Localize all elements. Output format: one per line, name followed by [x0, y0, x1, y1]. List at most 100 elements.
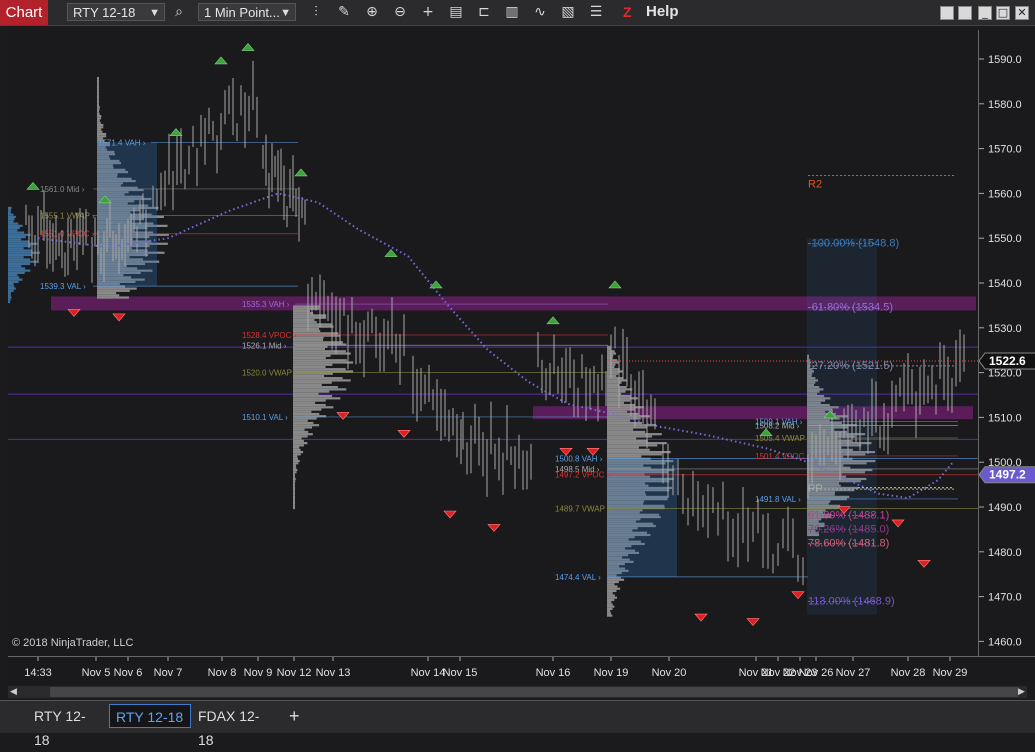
- profile-bar: [293, 356, 326, 360]
- profile-bar: [97, 103, 99, 106]
- profile-bar: [8, 235, 26, 239]
- profile-bar: [607, 453, 662, 456]
- profile-level-label: 1539.3 VAL ›: [40, 282, 86, 291]
- profile-bar: [293, 439, 304, 442]
- crosshair-icon[interactable]: +: [418, 3, 438, 22]
- swing-low-marker: [112, 313, 126, 322]
- profile-bar: [293, 493, 295, 496]
- profile-bar: [8, 278, 23, 281]
- add-tab-button[interactable]: +: [283, 704, 305, 728]
- profile-bar: [607, 448, 650, 451]
- profile-bar: [293, 417, 317, 420]
- time-axis[interactable]: 14:33 Nov 5 Nov 6 Nov 7 Nov 8 Nov 9 Nov 12 Nov …: [8, 656, 1035, 685]
- indicators-icon[interactable]: ∿: [530, 3, 550, 22]
- profile-bar: [293, 397, 341, 400]
- profile-bar: [607, 435, 653, 438]
- fib-level-label: -61.80% (1534.5): [808, 302, 893, 314]
- profile-bar: [607, 356, 613, 360]
- templates-icon[interactable]: ⊏: [474, 3, 494, 22]
- z-logo-icon[interactable]: Z: [623, 4, 637, 20]
- profile-bar: [607, 424, 657, 427]
- search-icon[interactable]: ⌕: [169, 3, 189, 22]
- tab-rty-1[interactable]: RTY 12-18: [28, 704, 104, 748]
- price-tick-label: 1490.0: [988, 502, 1022, 514]
- scroll-left-icon[interactable]: ◀: [10, 687, 17, 697]
- object-list-icon[interactable]: ☰: [586, 3, 606, 22]
- swing-high-marker: [169, 128, 183, 136]
- scrollbar-thumb[interactable]: [50, 687, 1018, 697]
- profile-bar: [607, 446, 639, 449]
- price-tick-label: 1510.0: [988, 412, 1022, 424]
- tab-rty-2[interactable]: RTY 12-18: [109, 704, 191, 728]
- profile-bar: [293, 406, 334, 409]
- properties-icon[interactable]: ▤: [446, 3, 466, 22]
- chart-menu-button[interactable]: Chart: [0, 0, 48, 25]
- profile-bar: [8, 222, 19, 225]
- bar-type-icon[interactable]: ⫶: [306, 3, 326, 22]
- profile-bar: [293, 309, 311, 313]
- draw-pencil-icon[interactable]: ✎: [334, 3, 354, 22]
- tab-fdax[interactable]: FDAX 12-18: [192, 704, 278, 748]
- profile-bar: [607, 437, 637, 440]
- minimize-icon[interactable]: _: [978, 6, 992, 20]
- interval-value: 1 Min Point...: [204, 5, 280, 20]
- profile-bar: [293, 484, 295, 487]
- profile-bar: [293, 368, 346, 371]
- profile-bar: [293, 462, 299, 465]
- close-icon[interactable]: ✕: [1015, 6, 1029, 20]
- price-axis[interactable]: 1590.0 1580.0 1570.0 1560.0 1550.0 1540.0 1530…: [978, 30, 1035, 656]
- profile-bar: [293, 316, 327, 319]
- time-tick-label: Nov 14: [411, 667, 446, 679]
- restore-tile-icon[interactable]: [958, 6, 972, 20]
- profile-bar: [607, 601, 612, 604]
- zoom-out-icon[interactable]: ⊖: [390, 3, 410, 22]
- horizontal-scrollbar[interactable]: [8, 686, 1027, 698]
- profile-bar: [293, 403, 326, 407]
- profile-bar: [293, 341, 343, 344]
- scroll-right-icon[interactable]: ▶: [1018, 687, 1025, 697]
- help-menu[interactable]: Help: [646, 3, 679, 20]
- profile-bar: [607, 354, 614, 357]
- fib-level-label: -27.20% (1521.5): [808, 360, 893, 372]
- price-tick-label: 1590.0: [988, 54, 1022, 66]
- time-tick-label: Nov 13: [316, 667, 351, 679]
- profile-bar: [293, 336, 324, 339]
- instrument-selector[interactable]: RTY 12-18 ▼: [67, 3, 165, 21]
- profile-bar: [8, 206, 12, 210]
- swing-low-marker: [791, 591, 805, 600]
- data-series-icon[interactable]: ▥: [502, 3, 522, 22]
- zoom-in-icon[interactable]: ⊕: [362, 3, 382, 22]
- profile-bar: [97, 291, 117, 295]
- time-axis-labels: 14:33 Nov 5 Nov 6 Nov 7 Nov 8 Nov 9 Nov 12 Nov …: [24, 657, 967, 679]
- profile-bar: [293, 446, 300, 449]
- profile-bar: [97, 99, 99, 102]
- profile-bar: [293, 312, 314, 315]
- swing-high-marker: [26, 181, 40, 190]
- profile-bar: [607, 379, 628, 382]
- time-tick-label: Nov 20: [652, 667, 687, 679]
- profile-bar: [607, 361, 619, 364]
- profile-bar: [607, 587, 621, 590]
- profile-bar: [607, 607, 613, 610]
- price-tick-label: 1560.0: [988, 188, 1022, 200]
- profile-bar: [8, 274, 18, 277]
- maximize-icon[interactable]: □: [996, 6, 1010, 20]
- profile-bar: [8, 271, 25, 274]
- profile-bar: [293, 379, 351, 382]
- profile-bar: [8, 262, 31, 266]
- profile-bar: [293, 473, 295, 476]
- profile-bar: [293, 424, 320, 427]
- profile-level-label: 1491.8 VAL ›: [755, 495, 801, 504]
- profile-bar: [97, 115, 102, 118]
- profile-bar: [293, 388, 347, 391]
- strategies-icon[interactable]: ▧: [558, 3, 578, 22]
- profile-bar: [293, 352, 351, 355]
- profile-level-label: 1571.4 VAH ›: [98, 138, 146, 147]
- tile-icon[interactable]: [940, 6, 954, 20]
- chevron-down-icon: ▼: [280, 7, 291, 19]
- profile-bar: [8, 249, 32, 252]
- chart-panel[interactable]: 1571.4 VAH › 1561.0 Mid › 1555.1 VWAP › 155…: [8, 30, 978, 656]
- interval-selector[interactable]: 1 Min Point... ▼: [198, 3, 296, 21]
- swing-low-marker: [67, 309, 81, 317]
- swing-low-marker: [487, 524, 501, 532]
